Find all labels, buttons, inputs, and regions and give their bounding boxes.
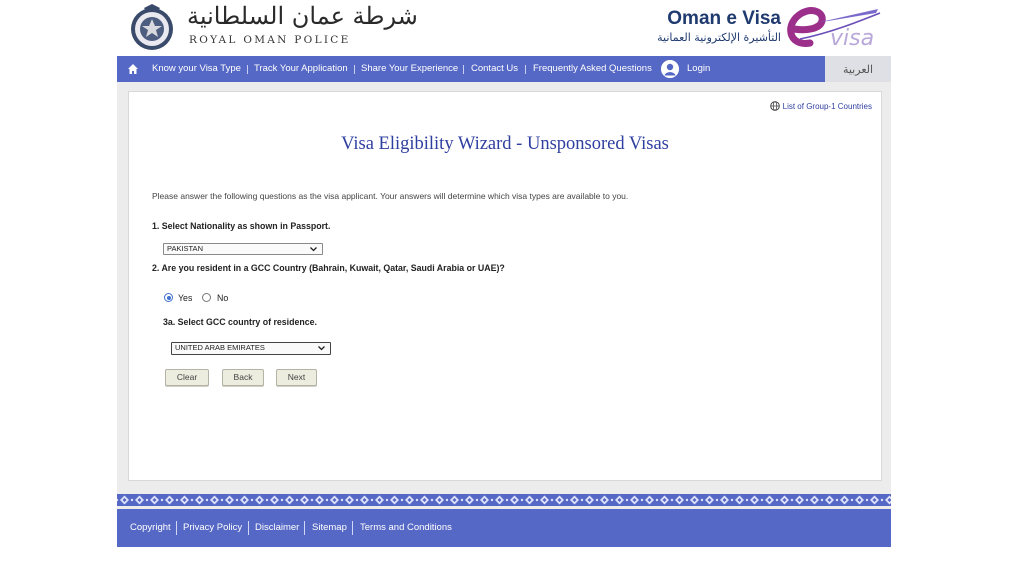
nav-separator bbox=[463, 65, 464, 74]
language-toggle-arabic[interactable]: العربية bbox=[825, 56, 891, 82]
page-frame: شرطة عمان السلطانية ROYAL OMAN POLICE Om… bbox=[117, 0, 891, 547]
nationality-select[interactable]: PAKISTAN bbox=[163, 243, 323, 255]
home-icon[interactable] bbox=[127, 63, 139, 75]
intro-text: Please answer the following questions as… bbox=[152, 191, 629, 201]
nav-faq[interactable]: Frequently Asked Questions bbox=[533, 56, 652, 82]
site-footer: Copyright Privacy Policy Disclaimer Site… bbox=[117, 509, 891, 547]
footer-copyright[interactable]: Copyright bbox=[130, 509, 171, 547]
footer-separator bbox=[176, 521, 177, 535]
nationality-value: PAKISTAN bbox=[167, 244, 203, 253]
ornament-band bbox=[117, 494, 891, 506]
radio-no[interactable] bbox=[202, 293, 211, 302]
group1-countries-link[interactable]: List of Group-1 Countries bbox=[769, 101, 872, 111]
site-header: شرطة عمان السلطانية ROYAL OMAN POLICE Om… bbox=[117, 0, 891, 56]
footer-terms[interactable]: Terms and Conditions bbox=[360, 509, 452, 547]
footer-separator bbox=[304, 521, 305, 535]
evisa-arabic-title: التأشيرة الإلكترونية العمانية bbox=[657, 31, 781, 44]
next-button[interactable]: Next bbox=[276, 369, 317, 386]
gcc-country-select[interactable]: UNITED ARAB EMIRATES bbox=[171, 342, 331, 355]
chevron-down-icon bbox=[310, 247, 317, 252]
nav-login[interactable]: Login bbox=[687, 56, 710, 82]
nav-separator bbox=[354, 65, 355, 74]
globe-icon bbox=[769, 101, 780, 111]
wizard-panel: List of Group-1 Countries Visa Eligibili… bbox=[128, 91, 882, 481]
clear-button[interactable]: Clear bbox=[165, 369, 209, 386]
chevron-down-icon bbox=[318, 346, 325, 351]
gcc-country-value: UNITED ARAB EMIRATES bbox=[175, 343, 265, 352]
question-gcc-country: 3a. Select GCC country of residence. bbox=[163, 317, 317, 327]
nav-know-visa-type[interactable]: Know your Visa Type bbox=[152, 56, 241, 82]
radio-yes-label: Yes bbox=[178, 293, 193, 303]
police-emblem-icon[interactable] bbox=[127, 2, 177, 52]
nav-contact-us[interactable]: Contact Us bbox=[471, 56, 518, 82]
nav-separator bbox=[525, 65, 526, 74]
user-icon[interactable] bbox=[661, 60, 679, 78]
footer-privacy-policy[interactable]: Privacy Policy bbox=[183, 509, 242, 547]
nav-share-experience[interactable]: Share Your Experience bbox=[361, 56, 458, 82]
rop-english-name: ROYAL OMAN POLICE bbox=[189, 34, 351, 46]
radio-no-label: No bbox=[217, 293, 229, 303]
nav-track-application[interactable]: Track Your Application bbox=[254, 56, 348, 82]
page-title: Visa Eligibility Wizard - Unsponsored Vi… bbox=[341, 134, 669, 154]
evisa-logo-icon[interactable]: visa bbox=[780, 3, 882, 51]
evisa-title: Oman e Visa bbox=[667, 8, 781, 29]
footer-separator bbox=[248, 521, 249, 535]
back-button[interactable]: Back bbox=[222, 369, 264, 386]
svg-text:visa: visa bbox=[830, 26, 874, 51]
footer-disclaimer[interactable]: Disclaimer bbox=[255, 509, 299, 547]
radio-yes[interactable] bbox=[164, 293, 173, 302]
group1-countries-label: List of Group-1 Countries bbox=[782, 101, 872, 111]
question-nationality: 1. Select Nationality as shown in Passpo… bbox=[152, 221, 331, 231]
main-nav: Know your Visa Type Track Your Applicati… bbox=[117, 56, 825, 82]
footer-separator bbox=[352, 521, 353, 535]
rop-arabic-name: شرطة عمان السلطانية bbox=[187, 2, 418, 30]
evisa-brand: Oman e Visa التأشيرة الإلكترونية العماني… bbox=[657, 8, 781, 44]
question-gcc-resident: 2. Are you resident in a GCC Country (Ba… bbox=[152, 263, 505, 273]
nav-separator bbox=[247, 65, 248, 74]
footer-sitemap[interactable]: Sitemap bbox=[312, 509, 347, 547]
